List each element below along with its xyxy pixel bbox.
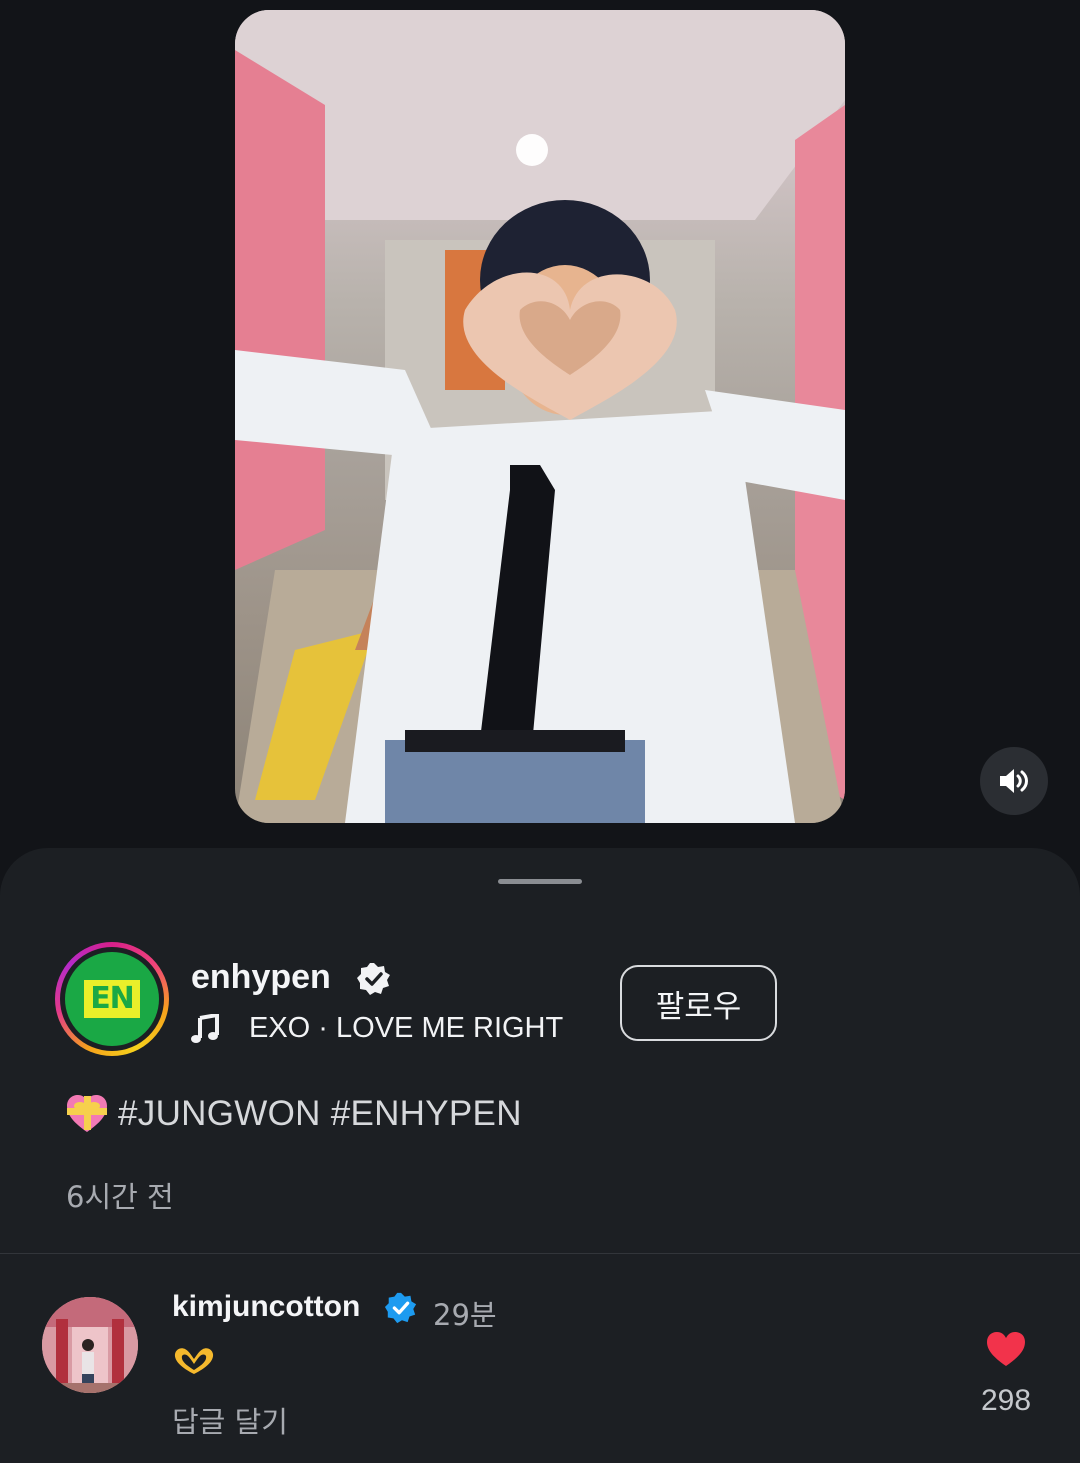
heart-with-ribbon-emoji (67, 1095, 107, 1132)
sheet-drag-handle[interactable] (498, 879, 582, 884)
reply-button[interactable]: 답글 달기 (172, 1399, 288, 1441)
video-thumbnail (235, 10, 845, 823)
music-note-icon (191, 1013, 219, 1043)
video-player[interactable] (0, 0, 1080, 848)
heart-hands-emoji (174, 1348, 214, 1374)
follow-button[interactable]: 팔로우 (620, 965, 777, 1041)
comments-sheet: EN enhypen EXO · LOVE ME RIGHT 팔로우 #JUNG… (0, 848, 1080, 1463)
commenter-avatar-image (42, 1297, 138, 1393)
music-track[interactable]: EXO · LOVE ME RIGHT (191, 1012, 563, 1045)
verified-badge-icon (384, 1292, 417, 1324)
commenter-avatar[interactable] (42, 1297, 138, 1393)
post-caption: #JUNGWON #ENHYPEN (66, 1094, 522, 1134)
video-frame[interactable] (235, 10, 845, 823)
verified-badge-icon (357, 963, 390, 995)
comment-timestamp: 29분 (433, 1298, 497, 1332)
author-avatar[interactable]: EN (55, 942, 169, 1056)
sound-toggle-button[interactable] (980, 747, 1048, 815)
caption-hashtags[interactable]: #JUNGWON #ENHYPEN (118, 1094, 522, 1134)
speaker-on-icon (1000, 769, 1028, 793)
author-username[interactable]: enhypen (191, 958, 331, 997)
heart-icon[interactable] (986, 1331, 1026, 1367)
enhypen-logo: EN (65, 952, 159, 1046)
commenter-username[interactable]: kimjuncotton (172, 1290, 360, 1324)
divider (0, 1253, 1080, 1254)
post-timestamp: 6시간 전 (66, 1180, 174, 1214)
music-title: EXO · LOVE ME RIGHT (249, 1012, 564, 1044)
like-count: 298 (980, 1384, 1032, 1417)
